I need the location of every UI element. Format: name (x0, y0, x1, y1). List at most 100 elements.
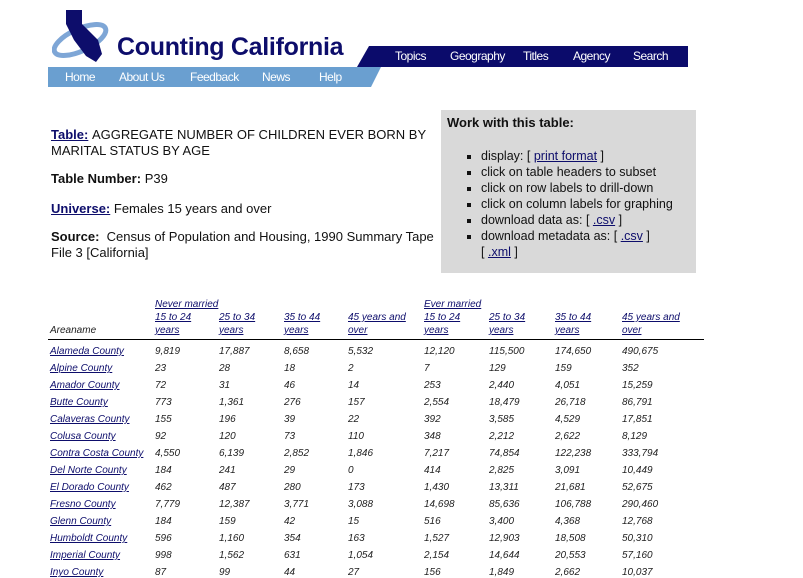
value-cell: 10,449 (622, 465, 653, 476)
group-ever-married[interactable]: Ever married (424, 299, 481, 310)
site-title: Counting California (117, 33, 344, 61)
value-cell: 15 (348, 516, 360, 527)
area-cell: Humboldt County (48, 527, 153, 544)
value-cell: 92 (155, 431, 167, 442)
column-header[interactable]: 35 to 44 years (284, 312, 320, 336)
table-link[interactable]: Table: (51, 127, 88, 142)
value-cell: 3,771 (284, 499, 310, 510)
area-link[interactable]: Inyo County (50, 567, 103, 578)
data-table: Never married Ever married Areaname 15 to … (48, 293, 704, 578)
nav-news[interactable]: News (262, 70, 290, 84)
value-cell: 196 (219, 414, 236, 425)
value-cell: 352 (622, 363, 639, 374)
value-cell: 2 (348, 363, 354, 374)
value-cell: 18 (284, 363, 296, 374)
area-link[interactable]: Humboldt County (50, 533, 127, 544)
value-cell: 23 (155, 363, 167, 374)
area-link[interactable]: Alameda County (50, 346, 124, 357)
nav-titles[interactable]: Titles (523, 49, 549, 63)
value-cell: 1,361 (219, 397, 245, 408)
table-row: Humboldt County 596 1,160 354 163 1,527 12,903… (48, 527, 704, 544)
value-cell: 241 (219, 465, 236, 476)
column-header[interactable]: 35 to 44 years (555, 312, 591, 336)
area-link[interactable]: Amador County (50, 380, 119, 391)
table-row: Alameda County 9,819 17,887 8,658 5,532 12,12… (48, 340, 704, 357)
number-value: P39 (144, 171, 168, 186)
area-link[interactable]: Contra Costa County (50, 448, 143, 459)
column-header[interactable]: 25 to 34 years (219, 312, 255, 336)
csv-link[interactable]: .csv (593, 213, 615, 227)
value-cell: 4,529 (555, 414, 581, 425)
source: Source: Census of Population and Housing… (51, 229, 441, 261)
area-cell: Alameda County (48, 340, 153, 357)
value-cell: 1,849 (489, 567, 515, 578)
source-label: Source: (51, 229, 100, 244)
area-cell: Fresno County (48, 493, 153, 510)
area-link[interactable]: Calaveras County (50, 414, 129, 425)
area-cell: Inyo County (48, 561, 153, 578)
value-cell: 18,508 (555, 533, 586, 544)
value-cell: 998 (155, 550, 172, 561)
california-logo (52, 10, 109, 62)
table-row: Calaveras County 155 196 39 22 392 3,585 4,529 1… (48, 408, 704, 425)
area-link[interactable]: Imperial County (50, 550, 120, 561)
value-cell: 348 (424, 431, 441, 442)
area-link[interactable]: Butte County (50, 397, 108, 408)
panel-heading: Work with this table: (447, 115, 574, 130)
value-cell: 110 (348, 431, 364, 442)
area-link[interactable]: Colusa County (50, 431, 116, 442)
value-cell: 28 (219, 363, 231, 374)
value-cell: 1,527 (424, 533, 450, 544)
nav-home[interactable]: Home (65, 70, 95, 84)
column-header[interactable]: 25 to 34 years (489, 312, 525, 336)
value-cell: 22 (348, 414, 360, 425)
value-cell: 173 (348, 482, 365, 493)
value-cell: 86,791 (622, 397, 653, 408)
column-header[interactable]: 45 years and over (348, 312, 406, 336)
nav-agency[interactable]: Agency (573, 49, 611, 63)
nav-help[interactable]: Help (319, 70, 342, 84)
column-header[interactable]: 15 to 24 years (424, 312, 460, 336)
group-never-married[interactable]: Never married (155, 299, 218, 310)
value-cell: 280 (284, 482, 301, 493)
area-link[interactable]: Glenn County (50, 516, 111, 527)
table-title-text: AGGREGATE NUMBER OF CHILDREN EVER BORN B… (51, 127, 426, 158)
value-cell: 414 (424, 465, 441, 476)
subset-item: click on table headers to subset (481, 164, 696, 180)
value-cell: 596 (155, 533, 172, 544)
xml-link[interactable]: .xml (488, 245, 511, 259)
areaname-header: Areaname (48, 311, 153, 340)
value-cell: 773 (155, 397, 172, 408)
area-link[interactable]: El Dorado County (50, 482, 129, 493)
nav-feedback[interactable]: Feedback (190, 70, 239, 84)
nav-geography[interactable]: Geography (450, 49, 505, 63)
table-row: Glenn County 184 159 42 15 516 3,400 4,368 12,76… (48, 510, 704, 527)
value-cell: 392 (424, 414, 441, 425)
area-link[interactable]: Alpine County (50, 363, 112, 374)
value-cell: 8,658 (284, 346, 310, 357)
column-header[interactable]: 45 years and over (622, 312, 680, 336)
table-row: Fresno County 7,779 12,387 3,771 3,088 14,698… (48, 493, 704, 510)
universe-link[interactable]: Universe: (51, 201, 110, 216)
value-cell: 7,217 (424, 448, 450, 459)
area-link[interactable]: Fresno County (50, 499, 116, 510)
column-header[interactable]: 15 to 24 years (155, 312, 191, 336)
meta-csv-link[interactable]: .csv (621, 229, 643, 243)
table-title: Table: AGGREGATE NUMBER OF CHILDREN EVER… (51, 127, 436, 159)
area-link[interactable]: Del Norte County (50, 465, 127, 476)
value-cell: 129 (489, 363, 506, 374)
print-format-link[interactable]: print format (534, 149, 597, 163)
table-row: El Dorado County 462 487 280 173 1,430 13,311 2… (48, 476, 704, 493)
table-number: Table Number: P39 (51, 171, 168, 186)
nav-search[interactable]: Search (633, 49, 669, 63)
area-cell: Colusa County (48, 425, 153, 442)
nav-topics[interactable]: Topics (395, 49, 427, 63)
value-cell: 106,788 (555, 499, 592, 510)
value-cell: 73 (284, 431, 296, 442)
value-cell: 276 (284, 397, 301, 408)
value-cell: 14,698 (424, 499, 455, 510)
sub-nav: Home About Us Feedback News Help (48, 67, 381, 87)
value-cell: 253 (424, 380, 441, 391)
nav-about[interactable]: About Us (119, 70, 164, 84)
value-cell: 42 (284, 516, 296, 527)
